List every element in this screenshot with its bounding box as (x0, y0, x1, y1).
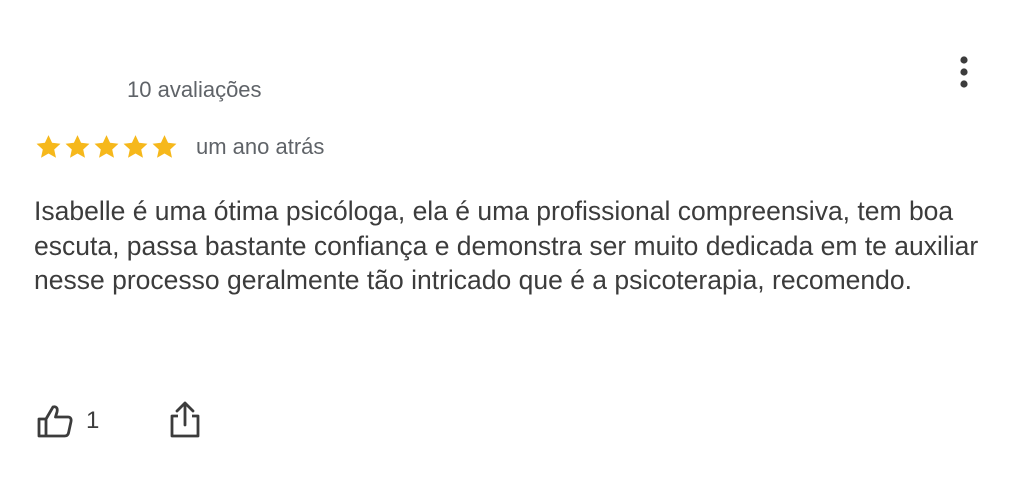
review-text: Isabelle é uma ótima psicóloga, ela é um… (34, 196, 979, 295)
share-button[interactable] (169, 400, 201, 443)
star-icon (152, 135, 177, 158)
review-card: 10 avaliações um ano atrás Isabelle é um… (0, 0, 1024, 483)
star-icon (123, 135, 148, 158)
like-count: 1 (86, 407, 100, 434)
share-icon (170, 401, 200, 437)
reviewer-review-count: 10 avaliações (127, 77, 262, 102)
review-actions: 1 (36, 401, 201, 441)
thumb-up-icon (37, 405, 73, 438)
more-options-button[interactable] (950, 54, 978, 92)
star-rating (34, 133, 179, 161)
star-icon (94, 135, 119, 158)
review-time: um ano atrás (196, 134, 325, 159)
rating-row: um ano atrás (34, 132, 324, 162)
more-vert-icon (960, 56, 968, 88)
star-icon (65, 135, 90, 158)
star-icon (36, 135, 61, 158)
like-button[interactable]: 1 (36, 403, 99, 439)
